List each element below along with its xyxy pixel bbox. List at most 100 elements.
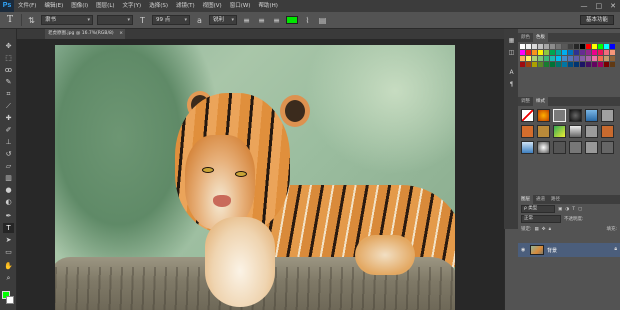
workspace-select[interactable]: 基本功能 xyxy=(580,15,614,25)
color-swatch[interactable] xyxy=(592,56,597,61)
color-swatch[interactable] xyxy=(604,44,609,49)
style-swatch[interactable] xyxy=(537,109,550,122)
type-tool-icon[interactable]: T xyxy=(3,14,17,26)
document-tab[interactable]: 老虎原图.jpg @ 16.7%(RGB/8) × xyxy=(45,29,125,39)
lasso-tool-icon[interactable]: ꝏ xyxy=(3,65,14,75)
lock-pixels-icon[interactable]: ▦ xyxy=(535,227,539,232)
layer-kind-filter[interactable]: ρ 类型 xyxy=(521,205,555,213)
filter-type-icon[interactable]: T xyxy=(572,207,575,212)
color-swatch[interactable] xyxy=(604,56,609,61)
color-swatch[interactable] xyxy=(610,50,615,55)
color-swatch[interactable] xyxy=(538,50,543,55)
color-swatch[interactable] xyxy=(574,56,579,61)
lock-position-icon[interactable]: ✥ xyxy=(542,227,546,232)
history-panel-icon[interactable]: ▦ xyxy=(507,37,516,45)
menu-help[interactable]: 帮助(H) xyxy=(254,0,281,12)
hand-tool-icon[interactable]: ✋ xyxy=(3,261,14,271)
color-swatch[interactable] xyxy=(562,56,567,61)
color-swatch[interactable] xyxy=(610,62,615,67)
filter-pixel-icon[interactable]: ▣ xyxy=(558,207,562,212)
character-panel-icon[interactable]: ▤ xyxy=(317,15,328,26)
color-swatch[interactable] xyxy=(532,44,537,49)
text-orientation-icon[interactable]: ⇅ xyxy=(26,15,37,26)
color-swatch[interactable] xyxy=(580,56,585,61)
align-right-icon[interactable]: ≡ xyxy=(271,15,282,26)
color-swatch[interactable] xyxy=(592,44,597,49)
healing-tool-icon[interactable]: ✚ xyxy=(3,113,14,123)
style-swatch[interactable] xyxy=(521,141,534,154)
style-swatch[interactable] xyxy=(601,141,614,154)
tab-adjustments[interactable]: 调整 xyxy=(518,97,533,106)
antialias-select[interactable]: 锐利 ▾ xyxy=(209,15,237,25)
color-swatch[interactable] xyxy=(550,56,555,61)
color-swatch[interactable] xyxy=(586,50,591,55)
color-swatch[interactable] xyxy=(562,62,567,67)
character-panel-icon[interactable]: A xyxy=(507,69,516,77)
tab-swatches[interactable]: 色板 xyxy=(533,33,548,42)
color-swatch[interactable] xyxy=(592,62,597,67)
crop-tool-icon[interactable]: ⌗ xyxy=(3,89,14,99)
color-swatch[interactable] xyxy=(556,62,561,67)
blend-mode-select[interactable]: 正常 xyxy=(521,215,561,223)
color-swatch[interactable] xyxy=(526,44,531,49)
align-center-icon[interactable]: ≡ xyxy=(256,15,267,26)
color-swatch[interactable] xyxy=(526,56,531,61)
color-swatch[interactable] xyxy=(520,50,525,55)
color-swatch[interactable] xyxy=(520,44,525,49)
menu-select[interactable]: 选择(S) xyxy=(145,0,172,12)
style-swatch[interactable] xyxy=(553,125,566,138)
color-swatch[interactable] xyxy=(538,56,543,61)
background-color-swatch[interactable] xyxy=(6,296,14,304)
type-tool-icon[interactable]: T xyxy=(3,223,14,233)
color-swatch[interactable] xyxy=(544,62,549,67)
color-swatch[interactable] xyxy=(544,56,549,61)
style-swatch[interactable] xyxy=(569,109,582,122)
font-style-select[interactable]: ▾ xyxy=(97,15,133,25)
style-swatch[interactable] xyxy=(585,125,598,138)
color-swatch[interactable] xyxy=(568,50,573,55)
font-size-select[interactable]: 99 点 ▾ xyxy=(152,15,190,25)
tab-channels[interactable]: 通道 xyxy=(533,195,548,204)
zoom-tool-icon[interactable]: ⌕ xyxy=(3,273,14,283)
close-icon[interactable]: ✕ xyxy=(610,2,616,10)
properties-panel-icon[interactable]: ◫ xyxy=(507,49,516,57)
style-swatch[interactable] xyxy=(569,125,582,138)
align-left-icon[interactable]: ≡ xyxy=(241,15,252,26)
color-swatch[interactable] xyxy=(586,62,591,67)
shape-tool-icon[interactable]: ▭ xyxy=(3,247,14,257)
minimize-icon[interactable]: — xyxy=(581,2,588,10)
color-swatch[interactable] xyxy=(520,62,525,67)
color-swatch[interactable] xyxy=(544,44,549,49)
style-swatch[interactable] xyxy=(537,141,550,154)
close-tab-icon[interactable]: × xyxy=(119,29,123,39)
style-swatch[interactable] xyxy=(521,125,534,138)
quick-select-tool-icon[interactable]: ✎ xyxy=(3,77,14,87)
menu-type[interactable]: 文字(Y) xyxy=(119,0,146,12)
color-swatch[interactable] xyxy=(574,44,579,49)
brush-tool-icon[interactable]: ✐ xyxy=(3,125,14,135)
font-family-select[interactable]: 隶书 ▾ xyxy=(41,15,93,25)
lock-all-icon[interactable]: 🔒︎ xyxy=(549,226,551,232)
color-swatch[interactable] xyxy=(574,62,579,67)
eraser-tool-icon[interactable]: ▱ xyxy=(3,161,14,171)
filter-adjustment-icon[interactable]: ◑ xyxy=(565,207,569,212)
color-swatch[interactable] xyxy=(568,44,573,49)
tab-color[interactable]: 颜色 xyxy=(518,33,533,42)
clone-stamp-tool-icon[interactable]: ⊥ xyxy=(3,137,14,147)
color-swatch[interactable] xyxy=(604,50,609,55)
color-swatch[interactable] xyxy=(550,44,555,49)
style-swatch[interactable] xyxy=(553,141,566,154)
color-swatch[interactable] xyxy=(568,56,573,61)
color-swatch[interactable] xyxy=(598,56,603,61)
color-swatch[interactable] xyxy=(562,44,567,49)
color-swatch[interactable] xyxy=(580,44,585,49)
gradient-tool-icon[interactable]: ▥ xyxy=(3,173,14,183)
style-swatch[interactable] xyxy=(537,125,550,138)
color-swatch[interactable] xyxy=(550,62,555,67)
color-swatch[interactable] xyxy=(610,44,615,49)
style-swatch[interactable] xyxy=(553,109,566,122)
menu-window[interactable]: 窗口(W) xyxy=(226,0,255,12)
color-swatch[interactable] xyxy=(574,50,579,55)
style-swatch[interactable] xyxy=(601,109,614,122)
color-swatch[interactable] xyxy=(532,50,537,55)
